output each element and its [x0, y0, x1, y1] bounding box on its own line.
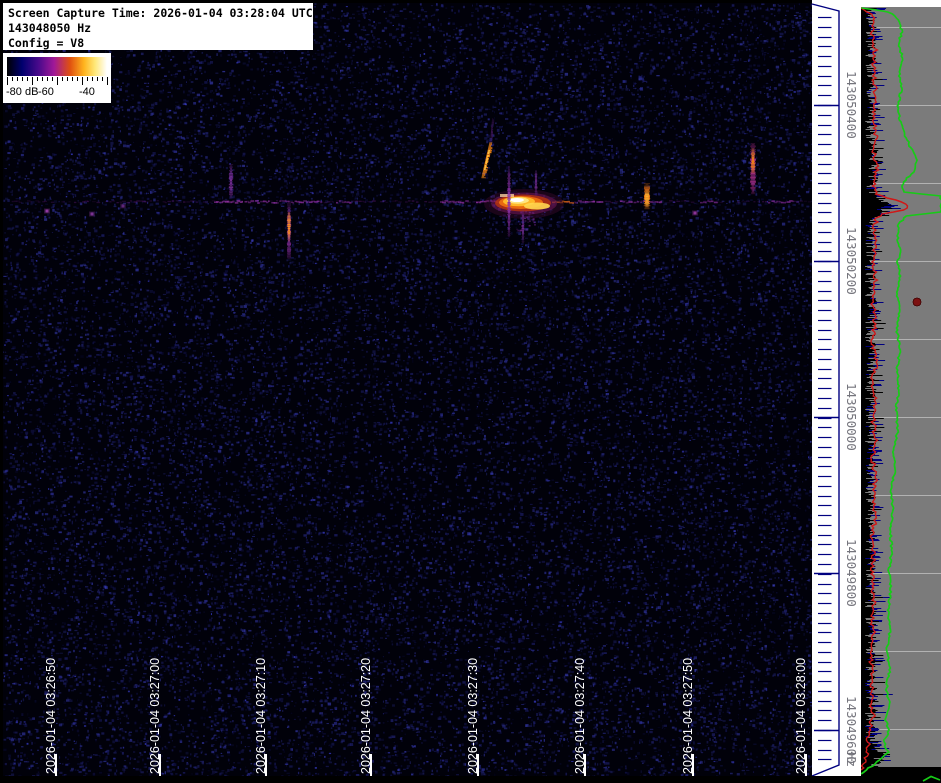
legend-tick — [67, 77, 68, 81]
legend-tick — [32, 77, 33, 85]
time-tick — [55, 754, 57, 776]
legend-tick-row — [7, 77, 108, 85]
freq-axis-label: 143050200 — [844, 227, 859, 295]
color-scale-legend: -80 dB -60 -40 — [3, 53, 111, 103]
freq-axis-label: 143050000 — [844, 383, 859, 451]
legend-tick — [92, 77, 93, 81]
legend-tick — [42, 77, 43, 81]
legend-tick — [47, 77, 48, 81]
freq-axis-label: 143050400 — [844, 71, 859, 139]
time-tick — [477, 754, 479, 776]
window-border-left — [0, 0, 3, 783]
color-gradient-bar — [7, 57, 107, 76]
legend-tick — [102, 77, 103, 81]
legend-tick — [77, 77, 78, 81]
legend-tick — [37, 77, 38, 81]
time-tick — [159, 754, 161, 776]
time-tick — [265, 754, 267, 776]
time-tick — [805, 754, 807, 776]
info-box: Screen Capture Time: 2026-01-04 03:28:04… — [3, 3, 313, 50]
legend-db-label-40: -40 — [79, 86, 95, 98]
legend-tick — [22, 77, 23, 81]
freq-axis-line — [811, 3, 840, 777]
legend-tick — [72, 77, 73, 81]
frequency-text: 143048050 Hz — [8, 21, 92, 35]
legend-tick — [62, 77, 63, 81]
legend-tick — [7, 77, 8, 85]
legend-tick — [87, 77, 88, 81]
legend-tick — [52, 77, 53, 81]
freq-axis-unit-label: Hz — [844, 752, 859, 768]
time-tick — [370, 754, 372, 776]
app-window: Screen Capture Time: 2026-01-04 03:28:04… — [0, 0, 941, 783]
legend-db-label-80: -80 dB — [6, 86, 39, 98]
capture-time-text: Screen Capture Time: 2026-01-04 03:28:04… — [8, 6, 313, 20]
time-tick — [692, 754, 694, 776]
legend-tick — [17, 77, 18, 81]
legend-tick — [57, 77, 58, 85]
legend-tick — [107, 77, 108, 85]
legend-tick — [97, 77, 98, 81]
legend-tick — [27, 77, 28, 81]
freq-axis-label: 143049800 — [844, 539, 859, 607]
legend-db-label-60: -60 — [38, 86, 54, 98]
legend-tick — [12, 77, 13, 81]
legend-tick — [82, 77, 83, 85]
time-tick — [584, 754, 586, 776]
window-border-bottom — [0, 776, 845, 783]
spectrum-panel-canvas — [845, 0, 941, 783]
config-text: Config = V8 — [8, 36, 85, 50]
